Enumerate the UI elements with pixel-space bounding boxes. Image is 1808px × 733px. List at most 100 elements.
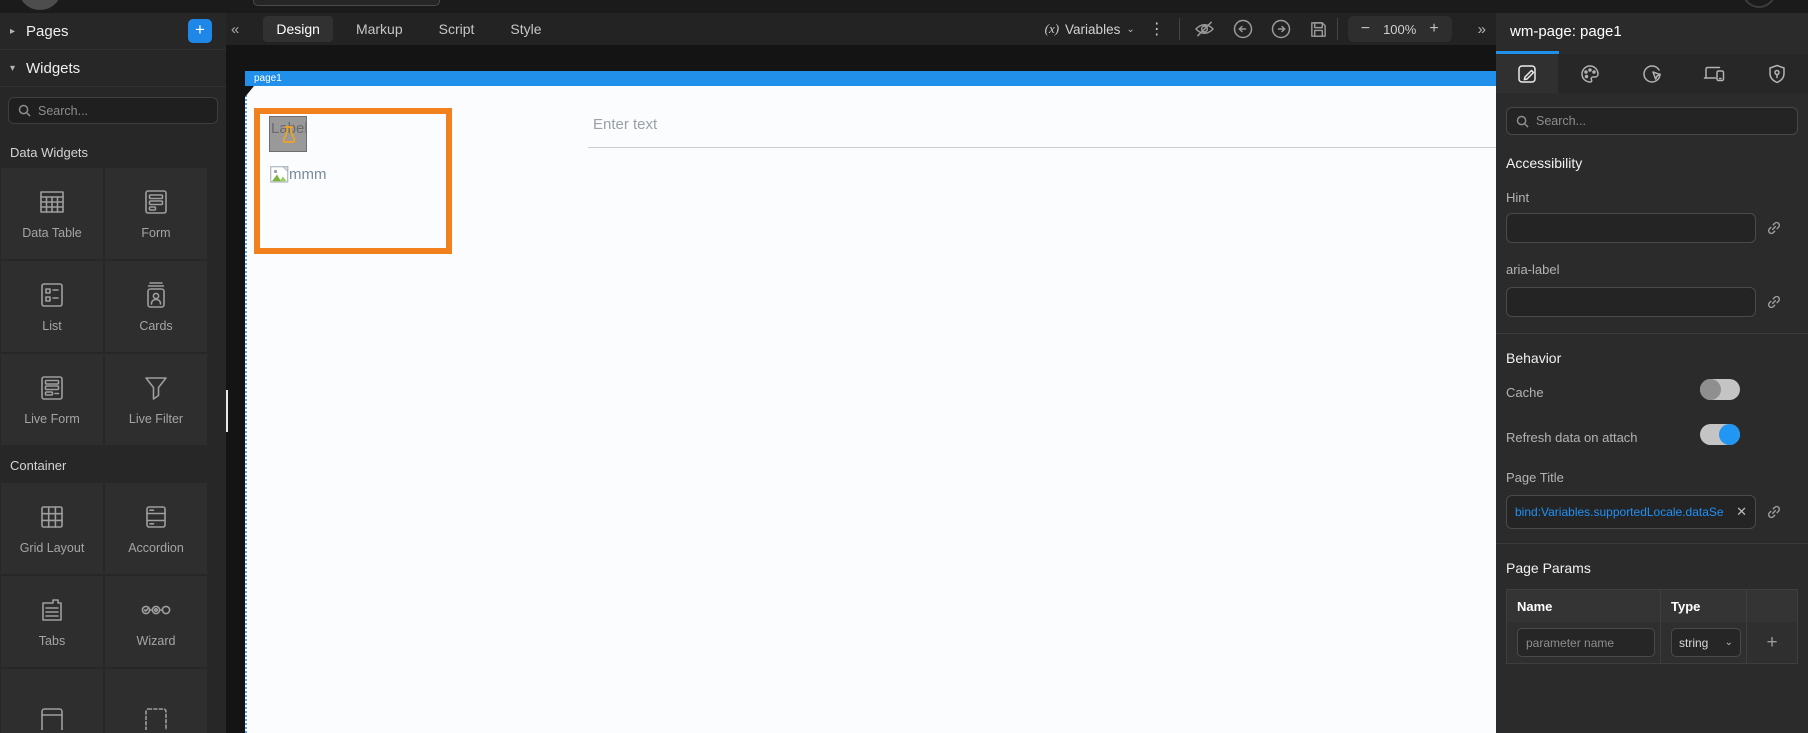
- refresh-data-toggle[interactable]: [1700, 424, 1740, 445]
- hint-input[interactable]: [1506, 213, 1756, 243]
- widget-tile-list[interactable]: List: [1, 261, 103, 352]
- preview-eye-off-button[interactable]: [1180, 20, 1224, 38]
- page-title-label: Page Title: [1506, 470, 1564, 485]
- widget-tile-grid-layout[interactable]: Grid Layout: [1, 483, 103, 574]
- widget-tile-tabs[interactable]: Tabs: [1, 576, 103, 667]
- tile-label: Live Form: [24, 412, 80, 426]
- add-param-button[interactable]: +: [1766, 632, 1777, 654]
- widget-tile-form[interactable]: Form: [105, 168, 207, 259]
- inspector-tabs: [1496, 54, 1808, 93]
- redo-button[interactable]: [1262, 19, 1300, 39]
- undo-button[interactable]: [1224, 19, 1262, 39]
- tab-script[interactable]: Script: [426, 16, 488, 42]
- section-divider: [1496, 543, 1808, 544]
- tab-devices[interactable]: [1683, 54, 1745, 93]
- tab-design[interactable]: Design: [263, 16, 333, 42]
- save-icon: [1310, 21, 1326, 37]
- tab-security[interactable]: [1746, 54, 1808, 93]
- widgets-caret-icon: ▾: [10, 62, 16, 74]
- widget-tile-partial-right[interactable]: [105, 669, 207, 733]
- zoom-out-button[interactable]: −: [1361, 20, 1370, 38]
- chevron-down-icon: ⌄: [1126, 23, 1135, 35]
- inspector-search-field[interactable]: Search...: [1506, 107, 1798, 135]
- aria-label-input[interactable]: [1506, 287, 1756, 317]
- widget-tile-cards[interactable]: Cards: [105, 261, 207, 352]
- pages-section-header[interactable]: ▸ Pages +: [0, 13, 226, 50]
- text-input-widget[interactable]: Enter text: [588, 116, 1496, 148]
- cache-toggle[interactable]: [1700, 379, 1740, 400]
- page-surface[interactable]: Label mmm Enter text: [245, 86, 1496, 733]
- live-filter-icon: [145, 377, 167, 400]
- mode-tabs: Design Markup Script Style: [263, 16, 554, 42]
- tab-style[interactable]: Style: [497, 16, 554, 42]
- more-options-button[interactable]: ⋮: [1135, 19, 1179, 39]
- aria-label-label: aria-label: [1506, 262, 1560, 277]
- widget-tile-wizard[interactable]: Wizard: [105, 576, 207, 667]
- data-table-icon: [40, 191, 64, 213]
- list-icon: [41, 283, 63, 307]
- zoom-in-button[interactable]: +: [1429, 20, 1438, 38]
- variables-dropdown[interactable]: (x) Variables ⌄: [1045, 21, 1135, 37]
- save-button[interactable]: [1300, 20, 1337, 39]
- collapse-inspector-button[interactable]: »: [1464, 21, 1496, 38]
- accordion-icon: [146, 506, 166, 528]
- wizard-icon: [141, 605, 171, 615]
- page-tab-label: page1: [254, 73, 282, 84]
- panel-icon: [41, 707, 63, 730]
- zoom-level: 100%: [1383, 21, 1417, 37]
- toolbar-divider: [1336, 18, 1338, 40]
- widgets-section-header[interactable]: ▾ Widgets: [0, 50, 226, 87]
- param-name-input[interactable]: [1517, 628, 1655, 657]
- label-widget[interactable]: Label: [269, 116, 307, 152]
- designer-toolbar: « Design Markup Script Style (x) Variabl…: [226, 13, 1496, 45]
- app-window: ▸ Pages + ▾ Widgets Search... Data Widge…: [0, 0, 1808, 733]
- bind-aria-button[interactable]: [1766, 294, 1782, 315]
- widgets-label: Widgets: [26, 59, 81, 77]
- tab-events[interactable]: [1621, 54, 1683, 93]
- widget-search-field[interactable]: Search...: [8, 97, 218, 124]
- page-tab-bar[interactable]: page1: [245, 71, 1496, 86]
- picture-widget[interactable]: mmm: [270, 166, 327, 183]
- avatar[interactable]: [18, 0, 62, 10]
- widget-tile-partial-left[interactable]: [1, 669, 103, 733]
- top-input-fragment: [253, 0, 440, 6]
- tab-markup[interactable]: Markup: [343, 16, 416, 42]
- remove-bind-button[interactable]: ✕: [1736, 504, 1747, 520]
- palette-icon: [1580, 64, 1599, 83]
- tile-label: Form: [141, 226, 171, 240]
- text-widget-underline: [588, 147, 1496, 148]
- page-params-heading: Page Params: [1506, 560, 1591, 576]
- behavior-heading: Behavior: [1506, 350, 1562, 366]
- param-type-value: string: [1679, 635, 1709, 650]
- tab-styles[interactable]: [1558, 54, 1620, 93]
- widget-tile-live-filter[interactable]: Live Filter: [105, 354, 207, 445]
- page-title-bind-chip[interactable]: bind:Variables.supportedLocale.dataSe ✕: [1506, 495, 1756, 529]
- search-placeholder: Search...: [38, 103, 89, 118]
- widget-tile-data-table[interactable]: Data Table: [1, 168, 103, 259]
- picture-alt-text: mmm: [289, 166, 327, 183]
- link-icon: [1767, 505, 1781, 519]
- widget-tile-live-form[interactable]: Live Form: [1, 354, 103, 445]
- section-divider: [1496, 333, 1808, 334]
- bind-hint-button[interactable]: [1766, 220, 1782, 241]
- flask-icon: [282, 126, 296, 143]
- broken-image-icon: [270, 166, 289, 183]
- tab-properties[interactable]: [1496, 54, 1559, 93]
- top-circle-fragment: [1742, 0, 1776, 8]
- add-page-button[interactable]: +: [188, 19, 212, 43]
- zoom-control: − 100% +: [1347, 16, 1452, 42]
- collapse-sidebar-button[interactable]: «: [226, 21, 245, 38]
- tile-label: List: [42, 319, 62, 333]
- shield-pin-icon: [1769, 64, 1785, 83]
- category-container: Container: [10, 458, 67, 473]
- properties-panel: wm-page: page1 Search... Accessibility H…: [1496, 13, 1808, 733]
- widget-tile-accordion[interactable]: Accordion: [105, 483, 207, 574]
- event-pointer-icon: [1643, 64, 1661, 83]
- bind-page-title-button[interactable]: [1766, 504, 1782, 525]
- toggle-knob: [1719, 424, 1740, 445]
- sidebar-scrollbar-thumb[interactable]: [226, 390, 228, 432]
- tile-label: Tabs: [38, 634, 66, 648]
- link-icon: [1767, 221, 1781, 235]
- param-type-select[interactable]: string ⌄: [1671, 628, 1741, 657]
- page-params-table: Name Type string ⌄ +: [1506, 589, 1798, 664]
